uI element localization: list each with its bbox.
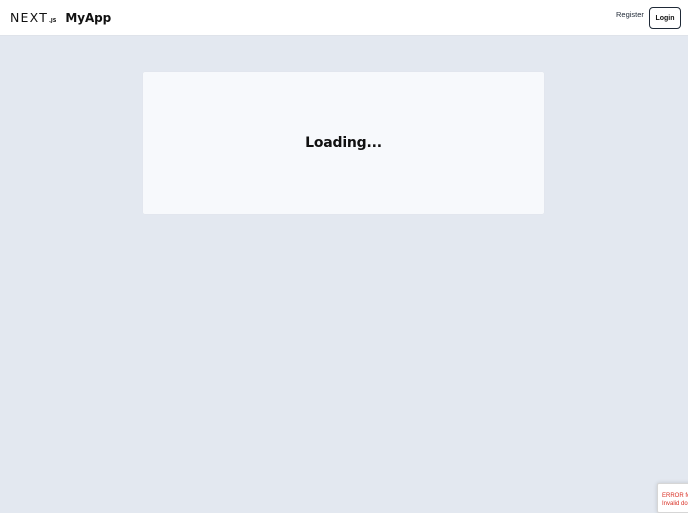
brand-home-link[interactable]: NEXT .JS MyApp (10, 8, 111, 28)
nextjs-logo: NEXT .JS (10, 9, 57, 25)
recaptcha-error-line-2: Invalid do (662, 501, 688, 507)
recaptcha-error-line-1: ERROR fo (662, 493, 688, 499)
recaptcha-badge[interactable]: ERROR fo Invalid do (657, 483, 688, 513)
app-name: MyApp (65, 11, 112, 25)
loading-card: Loading... (143, 72, 544, 214)
login-button[interactable]: Login (649, 7, 681, 29)
nextjs-logo-suffix: .JS (49, 17, 57, 24)
loading-text: Loading... (305, 135, 382, 151)
navbar: NEXT .JS MyApp Register Login (0, 0, 688, 36)
nextjs-logo-word: NEXT (10, 9, 49, 25)
register-link[interactable]: Register (616, 10, 644, 19)
